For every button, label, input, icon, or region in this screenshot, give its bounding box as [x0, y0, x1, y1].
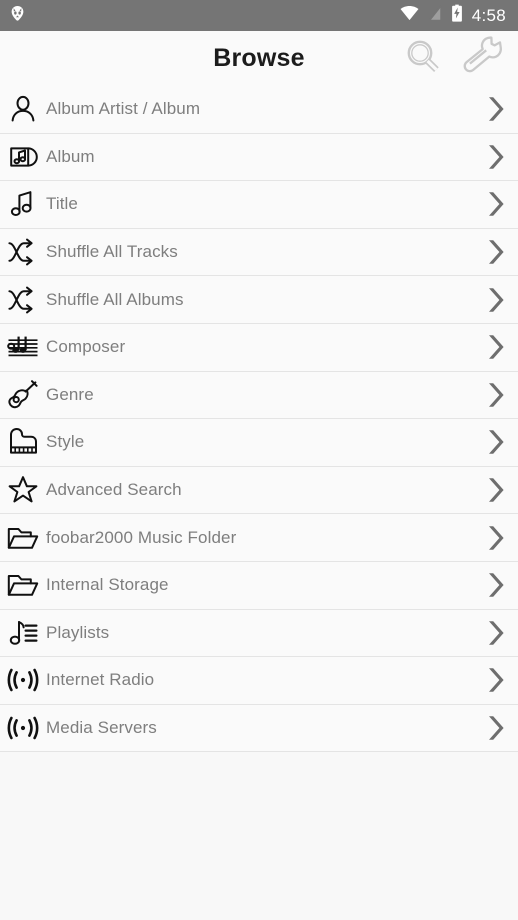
browse-list-item-label: Media Servers — [46, 718, 157, 738]
music-staff-icon — [0, 332, 46, 362]
app-bar-actions — [400, 36, 518, 82]
browse-list-item-label: Playlists — [46, 622, 110, 642]
folder-icon — [0, 523, 46, 553]
browse-list-item-label: Album — [46, 146, 95, 166]
browse-list-item[interactable]: Album — [0, 133, 518, 182]
chevron-right-icon[interactable] — [474, 142, 518, 172]
playlist-icon — [0, 618, 46, 648]
guitar-icon — [0, 380, 46, 410]
shuffle-icon — [0, 237, 46, 267]
status-bar: 4:58 — [0, 0, 518, 31]
chevron-right-icon[interactable] — [474, 189, 518, 219]
list-empty-area — [0, 752, 518, 920]
browse-list-item[interactable]: Shuffle All Albums — [0, 276, 518, 324]
wifi-icon — [400, 5, 419, 26]
shuffle-icon — [0, 285, 46, 315]
broadcast-icon — [0, 714, 46, 742]
person-icon — [0, 94, 46, 124]
browse-list: Album Artist / Album Album Title Shuffle… — [0, 86, 518, 753]
browse-list-item[interactable]: Album Artist / Album — [0, 86, 518, 134]
browse-list-item[interactable]: Shuffle All Tracks — [0, 228, 518, 277]
chevron-right-icon[interactable] — [474, 618, 518, 648]
status-bar-clock: 4:58 — [471, 5, 506, 25]
signal-off-icon — [428, 4, 442, 27]
app-bar: Browse — [0, 31, 518, 86]
grand-piano-icon — [0, 427, 46, 457]
chevron-right-icon[interactable] — [474, 285, 518, 315]
wrench-icon — [461, 36, 505, 81]
chevron-right-icon[interactable] — [474, 523, 518, 553]
chevron-right-icon[interactable] — [474, 713, 518, 743]
browse-list-item[interactable]: Internal Storage — [0, 561, 518, 610]
search-button[interactable] — [400, 36, 446, 82]
browse-list-item-label: Advanced Search — [46, 480, 182, 500]
browse-list-item-label: Shuffle All Albums — [46, 289, 184, 309]
browse-list-item-label: Composer — [46, 337, 126, 357]
browse-list-item[interactable]: Genre — [0, 371, 518, 420]
chevron-right-icon[interactable] — [474, 665, 518, 695]
status-bar-right: 4:58 — [400, 4, 506, 27]
chevron-right-icon[interactable] — [474, 427, 518, 457]
chevron-right-icon[interactable] — [474, 380, 518, 410]
browse-list-item[interactable]: Composer — [0, 323, 518, 372]
chevron-right-icon[interactable] — [474, 570, 518, 600]
chevron-right-icon[interactable] — [474, 94, 518, 124]
browse-list-item[interactable]: Internet Radio — [0, 657, 518, 705]
browse-list-item[interactable]: Title — [0, 181, 518, 229]
foobar2000-logo-icon — [8, 4, 27, 28]
browse-list-item[interactable]: foobar2000 Music Folder — [0, 514, 518, 562]
music-note-icon — [0, 189, 46, 219]
browse-list-item-label: Title — [46, 194, 78, 214]
chevron-right-icon[interactable] — [474, 237, 518, 267]
browse-list-item[interactable]: Style — [0, 419, 518, 467]
browse-list-item-label: Internet Radio — [46, 670, 155, 690]
browse-list-item[interactable]: Media Servers — [0, 704, 518, 753]
browse-list-item-label: Style — [46, 432, 85, 452]
broadcast-icon — [0, 666, 46, 694]
browse-list-item-label: Genre — [46, 384, 94, 404]
status-bar-left — [8, 4, 27, 28]
settings-button[interactable] — [460, 36, 506, 82]
star-outline-icon — [0, 475, 46, 505]
battery-charging-icon — [451, 4, 463, 27]
browse-list-item[interactable]: Playlists — [0, 609, 518, 658]
chevron-right-icon[interactable] — [474, 332, 518, 362]
browse-list-item-label: foobar2000 Music Folder — [46, 527, 237, 547]
album-sleeve-icon — [0, 142, 46, 172]
folder-icon — [0, 570, 46, 600]
search-icon — [401, 35, 445, 82]
chevron-right-icon[interactable] — [474, 475, 518, 505]
browse-list-item[interactable]: Advanced Search — [0, 466, 518, 515]
browse-list-item-label: Shuffle All Tracks — [46, 242, 178, 262]
browse-list-item-label: Internal Storage — [46, 575, 169, 595]
browse-list-item-label: Album Artist / Album — [46, 99, 201, 119]
